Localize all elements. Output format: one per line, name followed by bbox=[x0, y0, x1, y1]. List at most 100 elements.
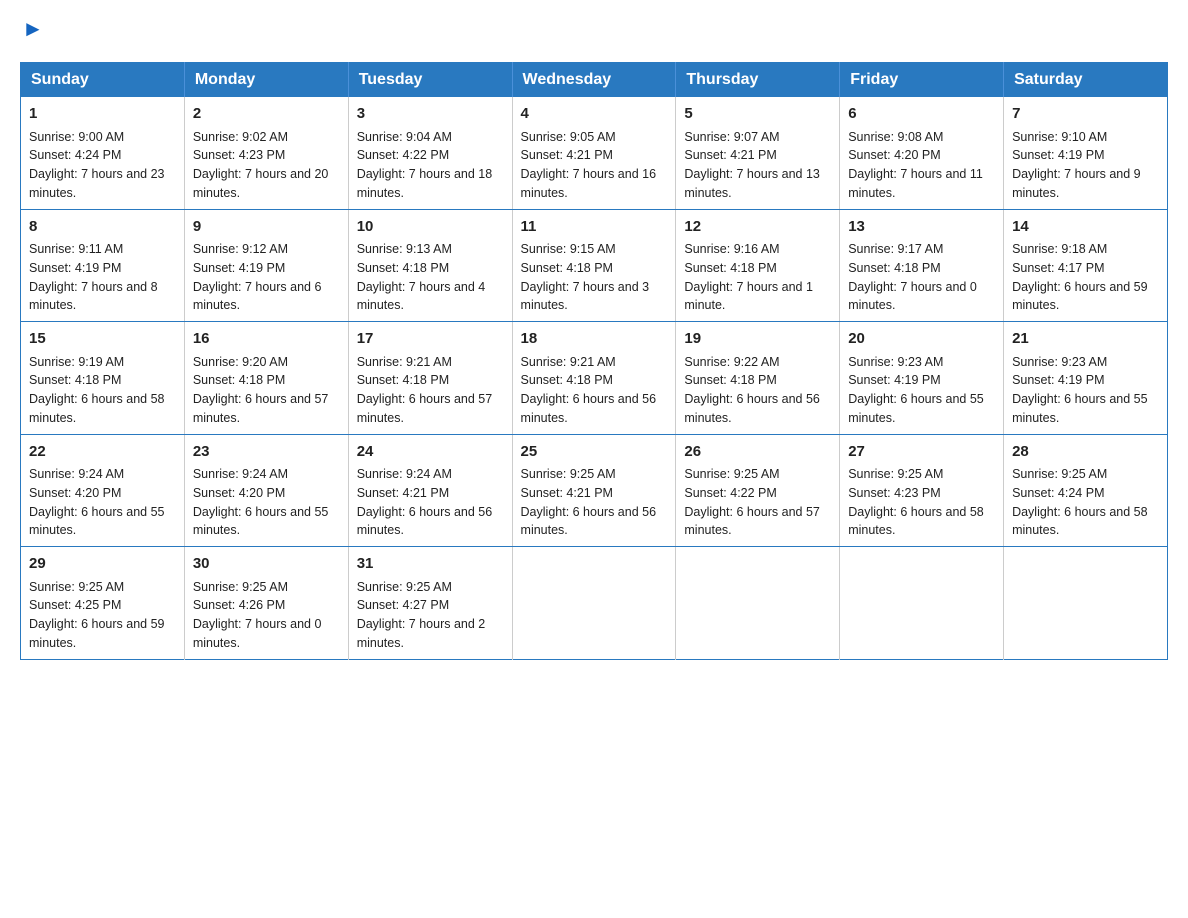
day-number: 26 bbox=[684, 441, 831, 464]
calendar-cell: 11 Sunrise: 9:15 AMSunset: 4:18 PMDaylig… bbox=[512, 209, 676, 322]
calendar-cell: 7 Sunrise: 9:10 AMSunset: 4:19 PMDayligh… bbox=[1004, 97, 1168, 209]
day-info: Sunrise: 9:25 AMSunset: 4:24 PMDaylight:… bbox=[1012, 467, 1148, 537]
day-info: Sunrise: 9:24 AMSunset: 4:20 PMDaylight:… bbox=[29, 467, 165, 537]
day-number: 16 bbox=[193, 328, 340, 351]
calendar-cell: 13 Sunrise: 9:17 AMSunset: 4:18 PMDaylig… bbox=[840, 209, 1004, 322]
day-number: 5 bbox=[684, 103, 831, 126]
day-number: 10 bbox=[357, 216, 504, 239]
day-number: 30 bbox=[193, 553, 340, 576]
calendar-cell: 2 Sunrise: 9:02 AMSunset: 4:23 PMDayligh… bbox=[184, 97, 348, 209]
day-info: Sunrise: 9:20 AMSunset: 4:18 PMDaylight:… bbox=[193, 355, 329, 425]
day-info: Sunrise: 9:00 AMSunset: 4:24 PMDaylight:… bbox=[29, 130, 165, 200]
day-number: 18 bbox=[521, 328, 668, 351]
calendar-cell: 18 Sunrise: 9:21 AMSunset: 4:18 PMDaylig… bbox=[512, 322, 676, 435]
day-info: Sunrise: 9:13 AMSunset: 4:18 PMDaylight:… bbox=[357, 242, 486, 312]
day-number: 17 bbox=[357, 328, 504, 351]
day-number: 15 bbox=[29, 328, 176, 351]
calendar-cell: 26 Sunrise: 9:25 AMSunset: 4:22 PMDaylig… bbox=[676, 434, 840, 547]
day-info: Sunrise: 9:23 AMSunset: 4:19 PMDaylight:… bbox=[1012, 355, 1148, 425]
day-info: Sunrise: 9:12 AMSunset: 4:19 PMDaylight:… bbox=[193, 242, 322, 312]
day-number: 24 bbox=[357, 441, 504, 464]
day-number: 28 bbox=[1012, 441, 1159, 464]
calendar-cell: 19 Sunrise: 9:22 AMSunset: 4:18 PMDaylig… bbox=[676, 322, 840, 435]
day-info: Sunrise: 9:22 AMSunset: 4:18 PMDaylight:… bbox=[684, 355, 820, 425]
calendar-cell: 14 Sunrise: 9:18 AMSunset: 4:17 PMDaylig… bbox=[1004, 209, 1168, 322]
day-info: Sunrise: 9:25 AMSunset: 4:23 PMDaylight:… bbox=[848, 467, 984, 537]
calendar-week-row: 15 Sunrise: 9:19 AMSunset: 4:18 PMDaylig… bbox=[21, 322, 1168, 435]
calendar-cell bbox=[840, 547, 1004, 660]
day-number: 29 bbox=[29, 553, 176, 576]
calendar-week-row: 8 Sunrise: 9:11 AMSunset: 4:19 PMDayligh… bbox=[21, 209, 1168, 322]
column-header-wednesday: Wednesday bbox=[512, 63, 676, 98]
day-number: 1 bbox=[29, 103, 176, 126]
calendar-cell bbox=[676, 547, 840, 660]
day-number: 12 bbox=[684, 216, 831, 239]
day-number: 22 bbox=[29, 441, 176, 464]
calendar-week-row: 1 Sunrise: 9:00 AMSunset: 4:24 PMDayligh… bbox=[21, 97, 1168, 209]
column-header-monday: Monday bbox=[184, 63, 348, 98]
calendar-cell: 12 Sunrise: 9:16 AMSunset: 4:18 PMDaylig… bbox=[676, 209, 840, 322]
calendar-cell: 3 Sunrise: 9:04 AMSunset: 4:22 PMDayligh… bbox=[348, 97, 512, 209]
calendar-week-row: 22 Sunrise: 9:24 AMSunset: 4:20 PMDaylig… bbox=[21, 434, 1168, 547]
calendar-cell: 8 Sunrise: 9:11 AMSunset: 4:19 PMDayligh… bbox=[21, 209, 185, 322]
calendar-header-row: SundayMondayTuesdayWednesdayThursdayFrid… bbox=[21, 63, 1168, 98]
column-header-saturday: Saturday bbox=[1004, 63, 1168, 98]
day-number: 23 bbox=[193, 441, 340, 464]
day-number: 14 bbox=[1012, 216, 1159, 239]
calendar-cell: 15 Sunrise: 9:19 AMSunset: 4:18 PMDaylig… bbox=[21, 322, 185, 435]
day-number: 20 bbox=[848, 328, 995, 351]
calendar-cell: 6 Sunrise: 9:08 AMSunset: 4:20 PMDayligh… bbox=[840, 97, 1004, 209]
logo-arrow-icon: ► bbox=[22, 16, 44, 42]
day-info: Sunrise: 9:16 AMSunset: 4:18 PMDaylight:… bbox=[684, 242, 813, 312]
calendar-cell: 24 Sunrise: 9:24 AMSunset: 4:21 PMDaylig… bbox=[348, 434, 512, 547]
calendar-cell: 28 Sunrise: 9:25 AMSunset: 4:24 PMDaylig… bbox=[1004, 434, 1168, 547]
logo: ► bbox=[20, 20, 44, 42]
day-number: 6 bbox=[848, 103, 995, 126]
calendar-cell bbox=[1004, 547, 1168, 660]
calendar-cell: 9 Sunrise: 9:12 AMSunset: 4:19 PMDayligh… bbox=[184, 209, 348, 322]
calendar-cell: 23 Sunrise: 9:24 AMSunset: 4:20 PMDaylig… bbox=[184, 434, 348, 547]
day-number: 7 bbox=[1012, 103, 1159, 126]
day-info: Sunrise: 9:07 AMSunset: 4:21 PMDaylight:… bbox=[684, 130, 820, 200]
day-info: Sunrise: 9:15 AMSunset: 4:18 PMDaylight:… bbox=[521, 242, 650, 312]
day-info: Sunrise: 9:24 AMSunset: 4:20 PMDaylight:… bbox=[193, 467, 329, 537]
day-number: 25 bbox=[521, 441, 668, 464]
day-number: 3 bbox=[357, 103, 504, 126]
day-info: Sunrise: 9:23 AMSunset: 4:19 PMDaylight:… bbox=[848, 355, 984, 425]
day-info: Sunrise: 9:24 AMSunset: 4:21 PMDaylight:… bbox=[357, 467, 493, 537]
calendar-cell: 31 Sunrise: 9:25 AMSunset: 4:27 PMDaylig… bbox=[348, 547, 512, 660]
calendar-cell: 17 Sunrise: 9:21 AMSunset: 4:18 PMDaylig… bbox=[348, 322, 512, 435]
day-info: Sunrise: 9:18 AMSunset: 4:17 PMDaylight:… bbox=[1012, 242, 1148, 312]
column-header-thursday: Thursday bbox=[676, 63, 840, 98]
calendar-cell bbox=[512, 547, 676, 660]
day-info: Sunrise: 9:19 AMSunset: 4:18 PMDaylight:… bbox=[29, 355, 165, 425]
day-info: Sunrise: 9:10 AMSunset: 4:19 PMDaylight:… bbox=[1012, 130, 1141, 200]
calendar-cell: 16 Sunrise: 9:20 AMSunset: 4:18 PMDaylig… bbox=[184, 322, 348, 435]
day-info: Sunrise: 9:11 AMSunset: 4:19 PMDaylight:… bbox=[29, 242, 158, 312]
day-number: 27 bbox=[848, 441, 995, 464]
day-number: 9 bbox=[193, 216, 340, 239]
day-info: Sunrise: 9:25 AMSunset: 4:22 PMDaylight:… bbox=[684, 467, 820, 537]
day-number: 8 bbox=[29, 216, 176, 239]
day-number: 11 bbox=[521, 216, 668, 239]
day-info: Sunrise: 9:21 AMSunset: 4:18 PMDaylight:… bbox=[521, 355, 657, 425]
day-info: Sunrise: 9:05 AMSunset: 4:21 PMDaylight:… bbox=[521, 130, 657, 200]
calendar-cell: 27 Sunrise: 9:25 AMSunset: 4:23 PMDaylig… bbox=[840, 434, 1004, 547]
calendar-cell: 25 Sunrise: 9:25 AMSunset: 4:21 PMDaylig… bbox=[512, 434, 676, 547]
page-header: ► bbox=[20, 20, 1168, 42]
calendar-cell: 5 Sunrise: 9:07 AMSunset: 4:21 PMDayligh… bbox=[676, 97, 840, 209]
calendar-week-row: 29 Sunrise: 9:25 AMSunset: 4:25 PMDaylig… bbox=[21, 547, 1168, 660]
calendar-cell: 1 Sunrise: 9:00 AMSunset: 4:24 PMDayligh… bbox=[21, 97, 185, 209]
day-info: Sunrise: 9:17 AMSunset: 4:18 PMDaylight:… bbox=[848, 242, 977, 312]
day-info: Sunrise: 9:02 AMSunset: 4:23 PMDaylight:… bbox=[193, 130, 329, 200]
column-header-sunday: Sunday bbox=[21, 63, 185, 98]
day-info: Sunrise: 9:25 AMSunset: 4:27 PMDaylight:… bbox=[357, 580, 486, 650]
calendar-cell: 21 Sunrise: 9:23 AMSunset: 4:19 PMDaylig… bbox=[1004, 322, 1168, 435]
day-number: 19 bbox=[684, 328, 831, 351]
day-info: Sunrise: 9:25 AMSunset: 4:25 PMDaylight:… bbox=[29, 580, 165, 650]
day-number: 4 bbox=[521, 103, 668, 126]
calendar-table: SundayMondayTuesdayWednesdayThursdayFrid… bbox=[20, 62, 1168, 660]
day-info: Sunrise: 9:25 AMSunset: 4:21 PMDaylight:… bbox=[521, 467, 657, 537]
calendar-cell: 30 Sunrise: 9:25 AMSunset: 4:26 PMDaylig… bbox=[184, 547, 348, 660]
calendar-cell: 22 Sunrise: 9:24 AMSunset: 4:20 PMDaylig… bbox=[21, 434, 185, 547]
